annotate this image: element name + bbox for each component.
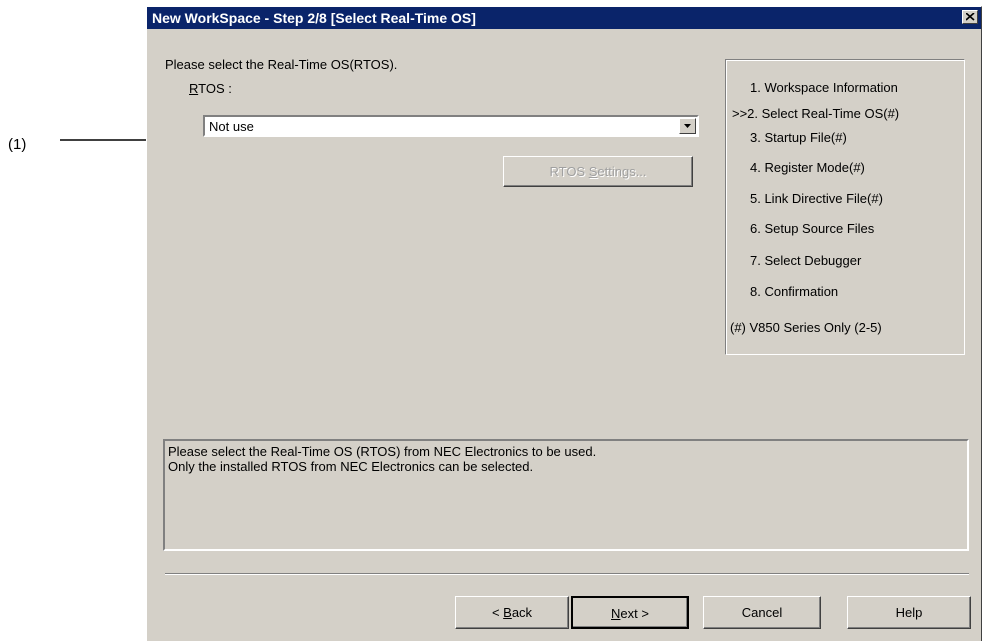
rtos-settings-button[interactable]: RTOS Settings... <box>503 156 693 187</box>
dialog-title: New WorkSpace - Step 2/8 [Select Real-Ti… <box>152 10 476 26</box>
close-icon <box>966 13 975 21</box>
new-workspace-dialog: New WorkSpace - Step 2/8 [Select Real-Ti… <box>146 6 982 641</box>
title-bar: New WorkSpace - Step 2/8 [Select Real-Ti… <box>147 7 981 29</box>
next-label-post: ext > <box>620 606 649 621</box>
rtos-select[interactable]: Not use <box>203 115 699 137</box>
step-item: 3. Startup File(#) <box>750 130 847 145</box>
step-item: 5. Link Directive File(#) <box>750 191 883 206</box>
separator <box>165 573 969 575</box>
rtos-label-mnemonic: R <box>189 81 199 96</box>
description-line: Please select the Real-Time OS (RTOS) fr… <box>168 444 597 459</box>
step-item-current: >>2. Select Real-Time OS(#) <box>732 106 900 121</box>
step-item: 1. Workspace Information <box>750 80 898 95</box>
rtos-dropdown-button[interactable] <box>679 118 696 134</box>
back-label-mnemonic: B <box>503 605 512 620</box>
rtos-select-value: Not use <box>209 119 254 134</box>
step-item: 8. Confirmation <box>750 284 839 299</box>
close-button[interactable] <box>962 10 978 24</box>
callout-label: (1) <box>8 136 27 153</box>
back-button[interactable]: < Back <box>455 596 569 629</box>
rtos-prompt: Please select the Real-Time OS(RTOS). <box>165 57 398 72</box>
back-label-post: ack <box>511 605 533 620</box>
step-item: 6. Setup Source Files <box>750 221 875 236</box>
rtos-label-text: TOS : <box>198 81 232 96</box>
steps-panel: 1. Workspace Information >>2. Select Rea… <box>725 59 965 355</box>
rtos-settings-label-pre: RTOS <box>549 164 589 179</box>
rtos-label: RTOS : <box>189 81 232 96</box>
description-line: Only the installed RTOS from NEC Electro… <box>168 459 534 474</box>
next-label-mnemonic: N <box>611 606 621 621</box>
next-button[interactable]: Next > <box>571 596 689 629</box>
step-item: 7. Select Debugger <box>750 253 862 268</box>
description-box: Please select the Real-Time OS (RTOS) fr… <box>163 439 969 551</box>
chevron-down-icon <box>684 124 691 128</box>
cancel-button[interactable]: Cancel <box>703 596 821 629</box>
steps-note: (#) V850 Series Only (2-5) <box>730 320 882 335</box>
callout-annotation: (1) <box>0 120 160 153</box>
back-label-pre: < <box>491 605 504 620</box>
rtos-settings-label-post: ettings... <box>597 164 647 179</box>
help-button[interactable]: Help <box>847 596 971 629</box>
step-item: 4. Register Mode(#) <box>750 160 865 175</box>
